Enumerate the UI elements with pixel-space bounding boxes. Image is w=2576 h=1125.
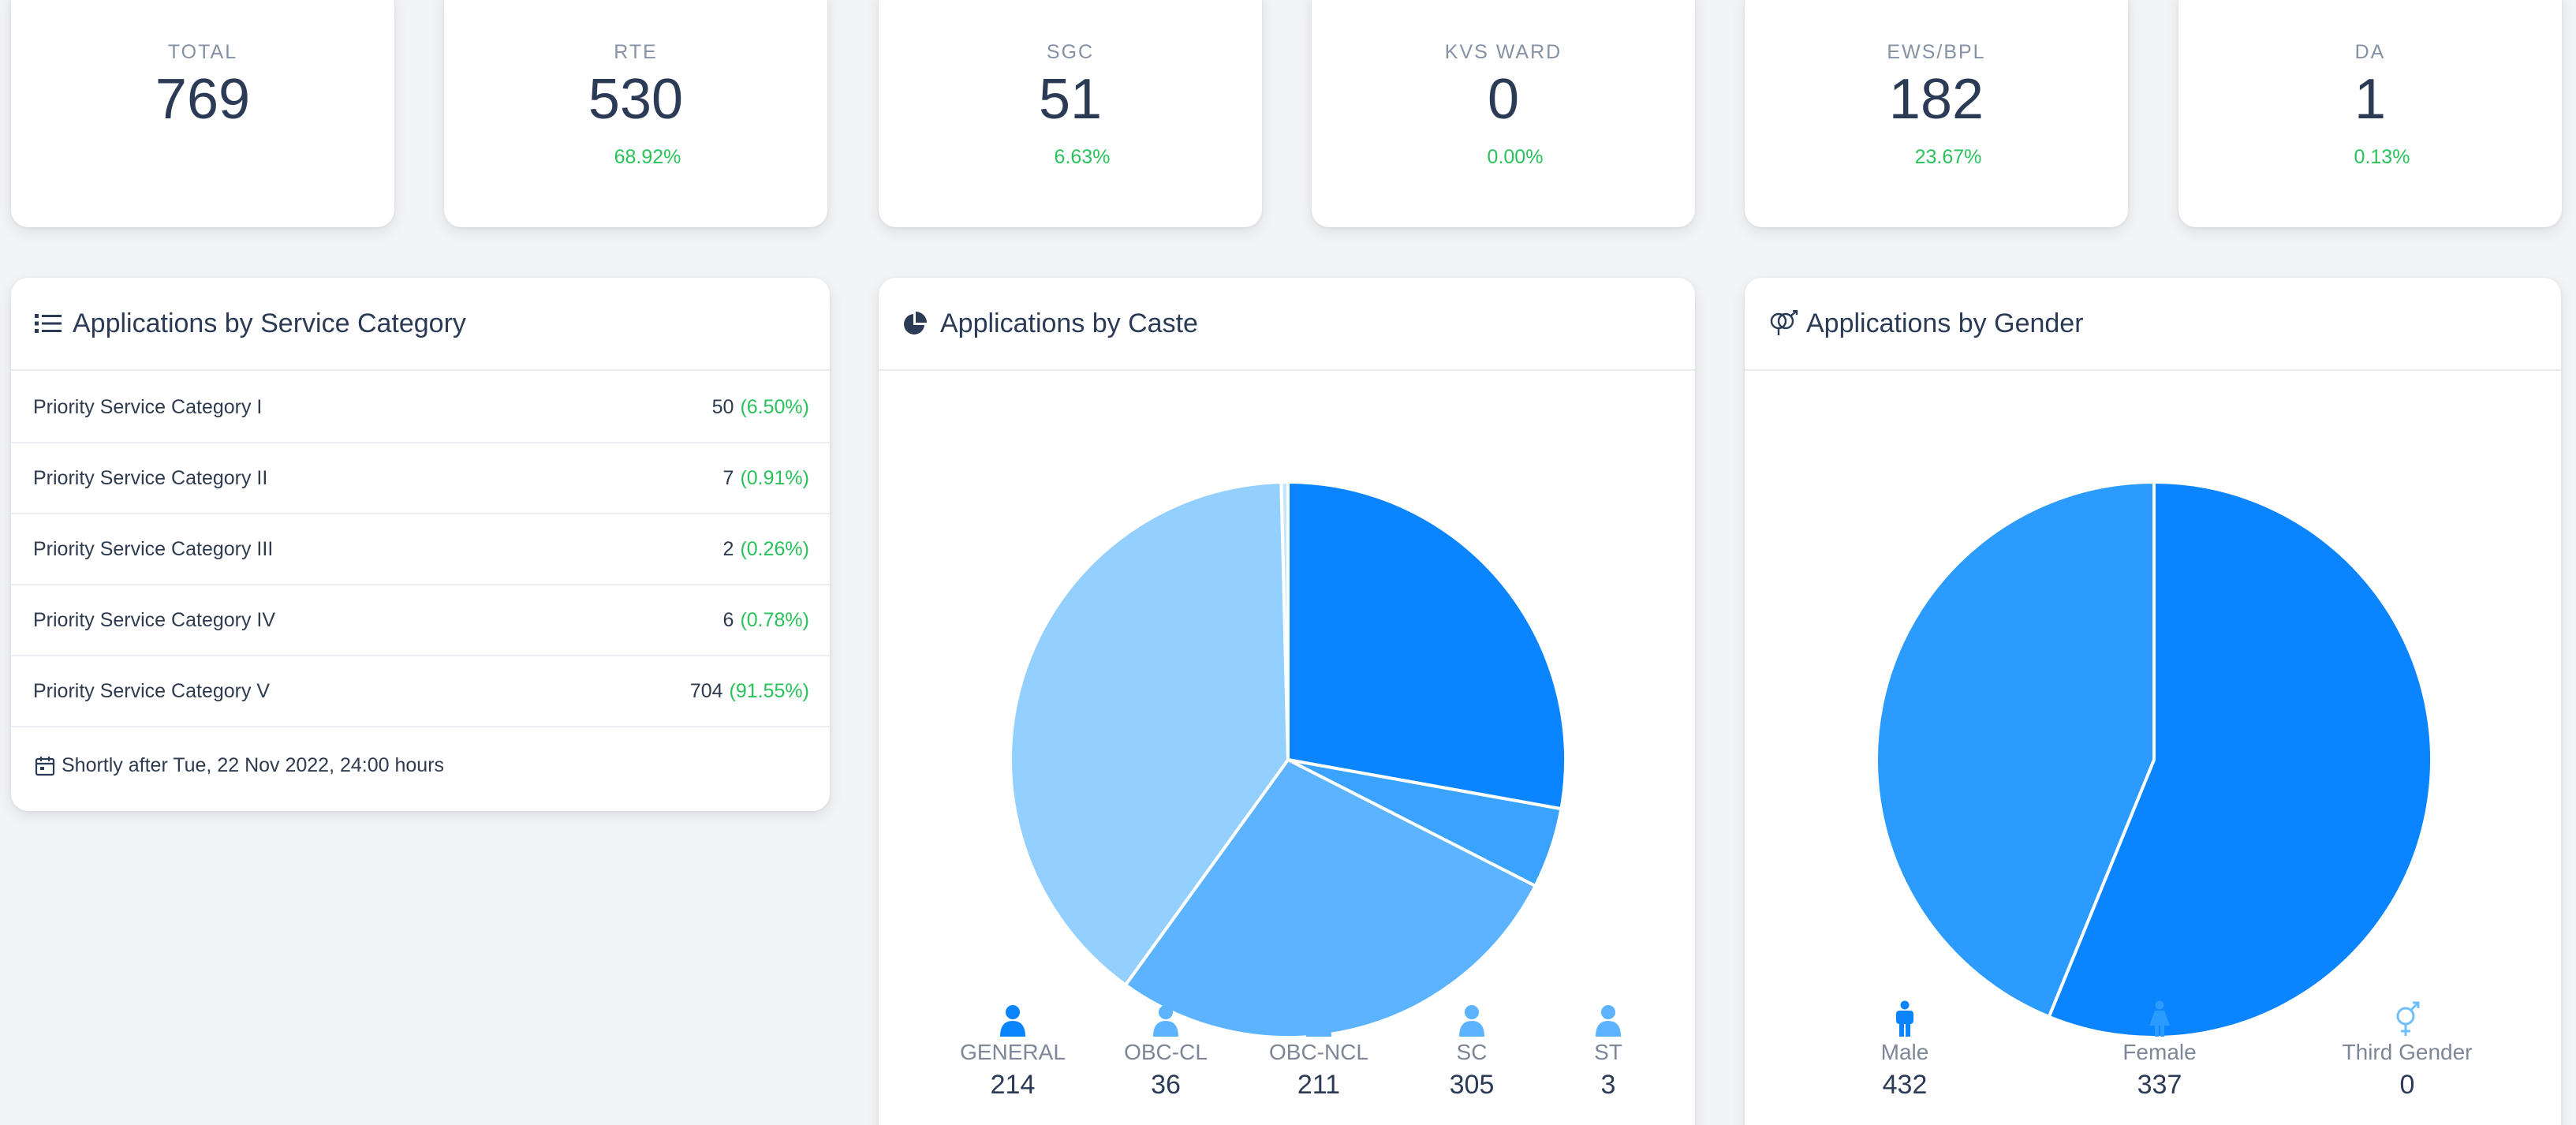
service-name: Priority Service Category II (33, 466, 268, 489)
stat-label: KVS WARD (1444, 41, 1562, 63)
legend-male: Male 432 (1818, 997, 1992, 1101)
stat-card-da: DA 1 0.13% (2178, 0, 2562, 227)
user-icon (1232, 997, 1406, 1037)
service-percent: (91.55%) (729, 679, 809, 702)
service-row: Priority Service Category I 50 (6.50%) (11, 372, 830, 443)
service-percent: (0.91%) (740, 466, 809, 489)
stat-label: EWS/BPL (1887, 41, 1986, 63)
service-row: Priority Service Category III 2 (0.26%) (11, 514, 830, 585)
stat-label: SGC (1046, 41, 1095, 63)
stat-value: 51 (1038, 68, 1103, 131)
legend-st: ST 3 (1549, 997, 1667, 1101)
legend-label: GENERAL (960, 1040, 1066, 1064)
stat-card-ews-bpl: EWS/BPL 182 23.67% (1745, 0, 2128, 227)
stat-label: RTE (614, 41, 658, 63)
service-count: 7 (722, 466, 734, 489)
caste-panel: Applications by Caste GENERAL 214 OBC-CL… (879, 278, 1695, 1125)
stat-percent: 0.00% (1487, 146, 1544, 168)
service-name: Priority Service Category III (33, 537, 274, 560)
legend-label: Third Gender (2342, 1040, 2473, 1064)
legend-female: Female 337 (2073, 997, 2246, 1101)
stat-label: DA (2354, 41, 2386, 63)
service-percent: (6.50%) (740, 395, 809, 418)
stat-card-kvs-ward: KVS WARD 0 0.00% (1312, 0, 1695, 227)
gender-panel: Applications by Gender Male 432 Female 3… (1745, 278, 2561, 1125)
legend-label: OBC-NCL (1268, 1040, 1368, 1064)
legend-label: ST (1594, 1040, 1622, 1064)
gender-icon (1768, 309, 1800, 338)
stat-percent: 23.67% (1914, 146, 1982, 168)
legend-obc-cl: OBC-CL 36 (1079, 997, 1253, 1101)
legend-count: 337 (2137, 1070, 2182, 1100)
legend-count: 211 (1297, 1070, 1341, 1100)
service-count: 50 (711, 395, 734, 418)
legend-sc: SC 305 (1385, 997, 1559, 1101)
panel-title: Applications by Service Category (73, 308, 466, 338)
legend-label: OBC-CL (1124, 1040, 1208, 1064)
legend-label: Male (1880, 1040, 1929, 1064)
legend-third-gender: Third Gender 0 (2320, 997, 2494, 1101)
legend-label: SC (1456, 1040, 1488, 1064)
panel-title: Applications by Caste (940, 308, 1198, 338)
stat-value: 1 (2354, 68, 2387, 131)
stat-percent: 6.63% (1054, 146, 1111, 168)
user-icon (1079, 997, 1253, 1037)
legend-count: 36 (1151, 1070, 1181, 1100)
service-name: Priority Service Category I (33, 395, 263, 418)
panel-title: Applications by Gender (1806, 308, 2084, 338)
legend-count: 432 (1882, 1070, 1928, 1100)
list-icon (35, 309, 66, 338)
stat-card-total: TOTAL 769 (11, 0, 394, 227)
third-gender-icon (2320, 997, 2494, 1037)
panel-header: Applications by Service Category (11, 278, 830, 371)
stat-value: 769 (155, 68, 251, 131)
user-icon (1549, 997, 1667, 1037)
service-name: Priority Service Category IV (33, 608, 276, 631)
stat-value: 182 (1888, 68, 1984, 131)
male-icon (1818, 997, 1992, 1037)
legend-count: 0 (2399, 1070, 2415, 1100)
service-count: 704 (689, 679, 723, 702)
service-name: Priority Service Category V (33, 679, 271, 702)
service-footer: Shortly after Tue, 22 Nov 2022, 24:00 ho… (35, 754, 444, 777)
calendar-icon (35, 756, 55, 776)
female-icon (2073, 997, 2246, 1037)
pie-chart-icon (902, 309, 934, 338)
user-icon (926, 997, 1099, 1037)
panel-header: Applications by Caste (879, 278, 1695, 371)
stat-value: 530 (588, 68, 684, 131)
user-icon (1385, 997, 1559, 1037)
timestamp-text: Shortly after Tue, 22 Nov 2022, 24:00 ho… (62, 754, 445, 776)
service-percent: (0.78%) (740, 608, 809, 631)
stat-percent: 0.13% (2354, 146, 2410, 168)
stat-label: TOTAL (167, 41, 238, 63)
legend-count: 3 (1600, 1070, 1616, 1100)
service-row: Priority Service Category II 7 (0.91%) (11, 443, 830, 514)
panel-header: Applications by Gender (1745, 278, 2561, 371)
service-count: 2 (722, 537, 734, 560)
legend-general: GENERAL 214 (926, 997, 1099, 1101)
stat-value: 0 (1487, 68, 1520, 131)
service-count: 6 (722, 608, 734, 631)
pie-slice-general (1286, 480, 1567, 811)
legend-obc-ncl: OBC-NCL 211 (1232, 997, 1406, 1101)
service-category-panel: Applications by Service Category Priorit… (11, 278, 830, 811)
service-row: Priority Service Category IV 6 (0.78%) (11, 585, 830, 656)
legend-count: 214 (990, 1070, 1036, 1100)
stat-card-rte: RTE 530 68.92% (444, 0, 827, 227)
service-row: Priority Service Category V 704 (91.55%) (11, 656, 830, 727)
service-percent: (0.26%) (740, 537, 809, 560)
stat-card-sgc: SGC 51 6.63% (879, 0, 1262, 227)
legend-label: Female (2122, 1040, 2197, 1064)
stat-percent: 68.92% (614, 146, 681, 168)
legend-count: 305 (1449, 1070, 1495, 1100)
